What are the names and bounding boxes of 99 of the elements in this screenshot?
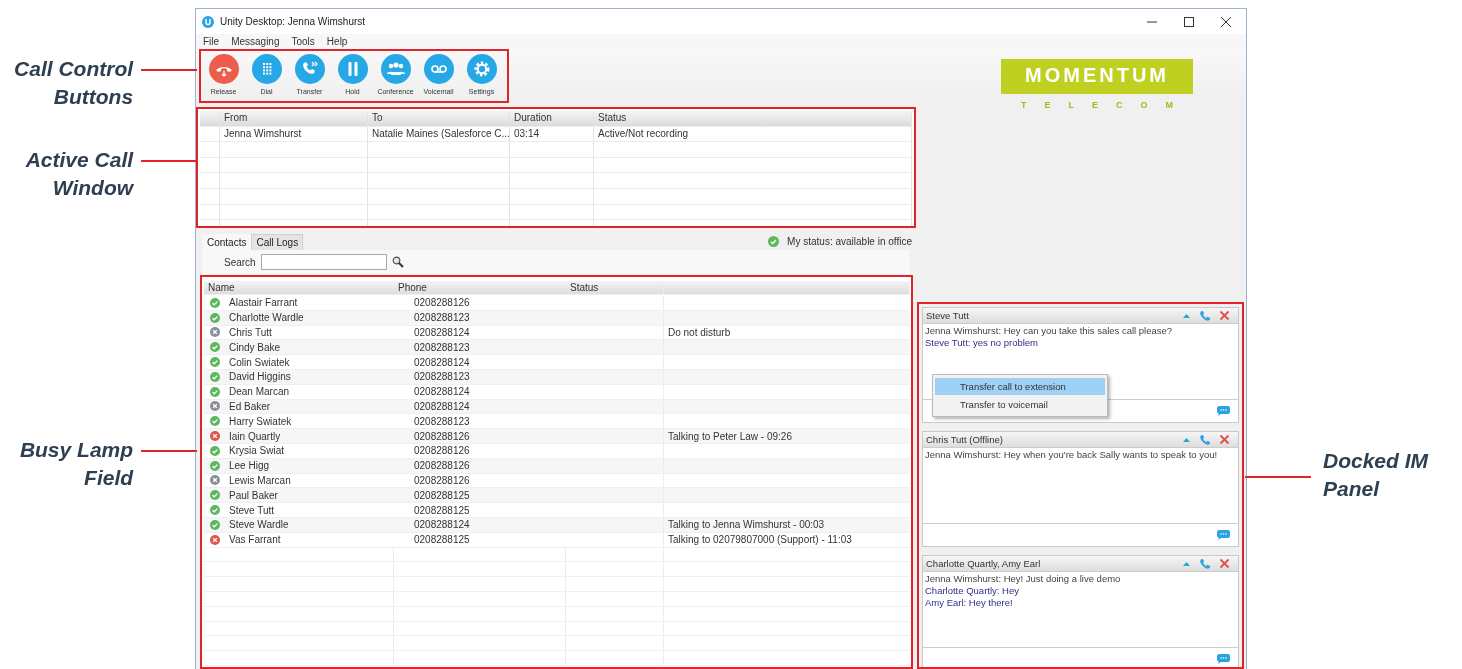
status-note: Talking to Jenna Wimshurst - 00:03 — [668, 519, 825, 531]
column-header[interactable]: Status — [594, 111, 912, 126]
chat-message: Steve Tutt: yes no problem — [925, 337, 1039, 349]
people-icon — [380, 54, 411, 84]
contact-name: Colin Swiatek — [229, 356, 290, 368]
phone-number: 0208288126 — [414, 297, 470, 309]
chat-message: Jenna Wimshurst: Hey! Just doing a live demo — [925, 573, 1122, 585]
column-header[interactable]: From — [220, 111, 368, 126]
settings-icon — [466, 54, 497, 84]
phone-number: 0208288124 — [414, 519, 470, 531]
contact-name: David Higgins — [229, 371, 291, 383]
contact-name: Alastair Farrant — [229, 297, 298, 309]
chat-message: Amy Earl: Hey there! — [925, 597, 1014, 609]
chat-title: Charlotte Quartly, Amy Earl — [926, 558, 1042, 569]
contact-name: Cindy Bake — [229, 341, 281, 353]
table-cell: Natalie Maines (Salesforce C... — [368, 126, 510, 142]
chat-message: Charlotte Quartly: Hey — [925, 585, 1020, 597]
phone-number: 0208288126 — [414, 445, 470, 457]
phone-number: 0208288126 — [414, 430, 470, 442]
column-header[interactable]: Name — [204, 281, 394, 294]
chat-bubble-icon[interactable] — [1217, 530, 1230, 540]
phone-number: 0208288123 — [414, 371, 470, 383]
phone-number: 0208288123 — [414, 341, 470, 353]
contact-name: Charlotte Wardle — [229, 312, 304, 324]
contact-name: Lee Higg — [229, 460, 270, 472]
phone-number: 0208288123 — [414, 415, 470, 427]
chat-message: Jenna Wimshurst: Hey can you take this sales call please? — [925, 325, 1174, 337]
app-logo-icon — [202, 15, 214, 28]
window-title: Unity Desktop: Jenna Wimshurst — [220, 16, 366, 27]
menu-item[interactable]: File — [203, 35, 220, 47]
contact-name: Paul Baker — [229, 489, 278, 501]
annotation-label: Docked IM Panel — [1323, 448, 1430, 502]
menu-item[interactable]: Transfer call to extension — [935, 378, 1105, 395]
tab[interactable]: Contacts — [202, 234, 252, 250]
maximize-icon[interactable] — [1183, 15, 1195, 28]
contact-name: Vas Farrant — [229, 534, 281, 546]
phone-number: 0208288125 — [414, 534, 470, 546]
logo-wordmark: MOMENTUM — [1001, 59, 1193, 94]
collapse-icon[interactable] — [1182, 311, 1191, 320]
contact-name: Chris Tutt — [229, 327, 272, 338]
my-status-text: My status: available in office — [787, 236, 912, 247]
phone-number: 0208288124 — [414, 400, 470, 412]
phone-number: 0208288124 — [414, 327, 470, 338]
status-note: Talking to 02079807000 (Support) - 11:03 — [668, 534, 852, 546]
menu-item[interactable]: Help — [326, 35, 348, 47]
phone-number: 0208288125 — [414, 504, 470, 516]
phone-number: 0208288126 — [414, 474, 470, 486]
contact-name: Dean Marcan — [229, 386, 290, 398]
annotation-label: Call Control Buttons — [13, 56, 134, 110]
contact-name: Ed Baker — [229, 400, 271, 412]
chat-title: Chris Tutt (Offline) — [926, 434, 1004, 445]
leader-line — [141, 68, 197, 72]
phone-icon[interactable] — [1199, 309, 1211, 322]
voicemail-icon — [423, 54, 454, 84]
annotation-label: Busy Lamp Field — [18, 437, 134, 491]
keypad-icon — [251, 54, 282, 84]
table-cell: 03:14 — [510, 126, 594, 142]
contact-name: Iain Quartly — [229, 430, 281, 442]
phone-number: 0208288124 — [414, 386, 470, 398]
column-header[interactable]: Status — [566, 281, 664, 294]
column-header[interactable]: Duration — [510, 111, 594, 126]
contact-name: Harry Swiatek — [229, 415, 292, 427]
table-cell: Jenna Wimshurst — [220, 126, 368, 142]
table-cell: Active/Not recording — [594, 126, 912, 142]
chat-bubble-icon[interactable] — [1217, 406, 1230, 416]
phone-number: 0208288126 — [414, 460, 470, 472]
chat-title: Steve Tutt — [926, 310, 970, 321]
phone-icon[interactable] — [1199, 557, 1211, 570]
hang-up-icon — [208, 54, 239, 84]
status-note: Talking to Peter Law - 09:26 — [668, 430, 792, 442]
annotation-label: Active Call Window — [24, 147, 134, 201]
menu-item[interactable]: Tools — [291, 35, 315, 47]
tab[interactable]: Call Logs — [251, 234, 304, 250]
phone-number: 0208288124 — [414, 356, 470, 368]
menu-item[interactable]: Messaging — [231, 35, 280, 47]
search-icon[interactable] — [391, 256, 404, 268]
contact-name: Lewis Marcan — [229, 474, 291, 486]
leader-line — [141, 449, 197, 453]
logo-tagline: TELECOM — [1021, 99, 1191, 111]
search-label: Search — [224, 256, 256, 268]
status-note: Do not disturb — [668, 327, 731, 338]
collapse-icon[interactable] — [1182, 435, 1191, 444]
contact-name: Steve Wardle — [229, 519, 289, 531]
contact-name: Krysia Swiat — [229, 445, 284, 457]
chat-bubble-icon[interactable] — [1217, 654, 1230, 664]
phone-icon[interactable] — [1199, 433, 1211, 446]
search-field[interactable] — [260, 254, 387, 270]
phone-arrows-icon — [294, 54, 325, 84]
chat-message: Jenna Wimshurst: Hey when you're back Sally wants to speak to you! — [925, 449, 1219, 461]
column-header[interactable]: Phone — [394, 281, 566, 294]
phone-number: 0208288123 — [414, 312, 470, 324]
contact-name: Steve Tutt — [229, 504, 275, 516]
column-header[interactable]: To — [368, 111, 510, 126]
message-input[interactable] — [923, 647, 1238, 667]
phone-number: 0208288125 — [414, 489, 470, 501]
pause-icon — [337, 54, 368, 84]
menu-item[interactable]: Transfer to voicemail — [935, 396, 1105, 413]
close-icon[interactable] — [1220, 15, 1232, 28]
collapse-icon[interactable] — [1182, 559, 1191, 568]
